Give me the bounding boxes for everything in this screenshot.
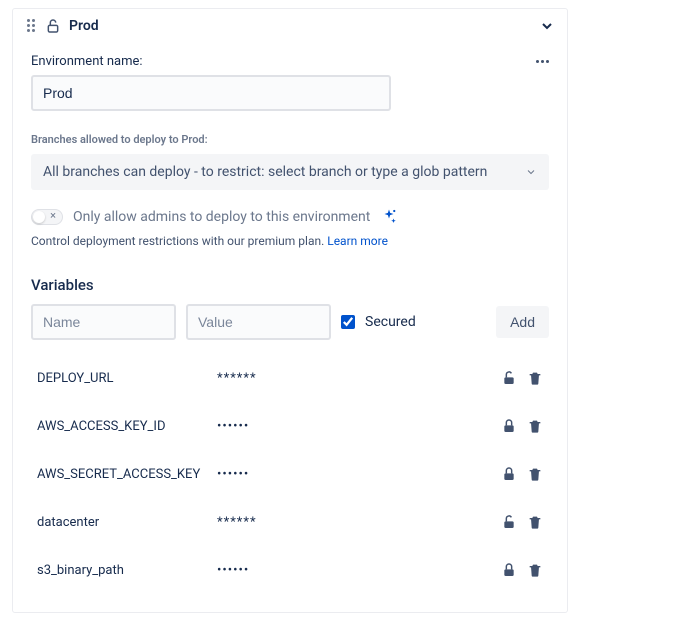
variable-value: ****** — [217, 515, 501, 530]
variable-value: •••••• — [217, 563, 501, 578]
panel-body: Environment name: Branches allowed to de… — [13, 42, 567, 612]
secured-checkbox[interactable] — [341, 315, 355, 329]
sparkle-icon — [380, 208, 398, 226]
env-name-input[interactable] — [31, 75, 391, 111]
variable-value: ****** — [217, 371, 501, 386]
variable-name-input[interactable] — [31, 304, 176, 340]
variable-row: DEPLOY_URL****** — [31, 354, 549, 402]
env-name-label: Environment name: — [31, 54, 143, 69]
variable-name: datacenter — [37, 515, 217, 530]
more-icon[interactable] — [536, 60, 549, 63]
variable-name: DEPLOY_URL — [37, 371, 217, 386]
environment-panel: Prod Environment name: Branches allowed … — [12, 8, 568, 613]
variables-title: Variables — [31, 276, 549, 294]
variable-name: s3_binary_path — [37, 563, 217, 578]
variable-value: •••••• — [217, 467, 501, 482]
variable-name: AWS_SECRET_ACCESS_KEY — [37, 467, 217, 482]
admin-only-toggle[interactable] — [31, 209, 63, 225]
premium-text: Control deployment restrictions with our… — [31, 234, 327, 248]
learn-more-link[interactable]: Learn more — [327, 234, 388, 248]
admin-only-label: Only allow admins to deploy to this envi… — [73, 209, 370, 225]
branches-selected-text: All branches can deploy - to restrict: s… — [43, 164, 487, 180]
lock-icon[interactable] — [501, 418, 517, 434]
variable-name: AWS_ACCESS_KEY_ID — [37, 419, 217, 434]
unlock-icon — [45, 18, 61, 34]
variable-row: s3_binary_path•••••• — [31, 546, 549, 594]
trash-icon[interactable] — [527, 514, 543, 530]
branches-label: Branches allowed to deploy to Prod: — [31, 133, 549, 146]
chevron-down-icon[interactable] — [539, 18, 555, 34]
trash-icon[interactable] — [527, 370, 543, 386]
chevron-down-icon — [525, 166, 537, 178]
drag-handle-icon[interactable] — [25, 17, 37, 34]
branches-select[interactable]: All branches can deploy - to restrict: s… — [31, 154, 549, 190]
unlock-icon[interactable] — [501, 514, 517, 530]
variable-row: datacenter****** — [31, 498, 549, 546]
variable-value: •••••• — [217, 419, 501, 434]
premium-note: Control deployment restrictions with our… — [31, 234, 549, 248]
secured-label: Secured — [365, 314, 416, 330]
lock-icon[interactable] — [501, 562, 517, 578]
variable-value-input[interactable] — [186, 304, 331, 340]
variables-list: DEPLOY_URL******AWS_ACCESS_KEY_ID••••••A… — [31, 354, 549, 594]
panel-title: Prod — [69, 18, 531, 34]
add-button[interactable]: Add — [496, 306, 549, 338]
trash-icon[interactable] — [527, 418, 543, 434]
variables-section: Variables Secured Add DEPLOY_URL******AW… — [31, 276, 549, 594]
variable-row: AWS_SECRET_ACCESS_KEY•••••• — [31, 450, 549, 498]
lock-icon[interactable] — [501, 466, 517, 482]
trash-icon[interactable] — [527, 562, 543, 578]
variable-row: AWS_ACCESS_KEY_ID•••••• — [31, 402, 549, 450]
unlock-icon[interactable] — [501, 370, 517, 386]
trash-icon[interactable] — [527, 466, 543, 482]
panel-header[interactable]: Prod — [13, 9, 567, 42]
